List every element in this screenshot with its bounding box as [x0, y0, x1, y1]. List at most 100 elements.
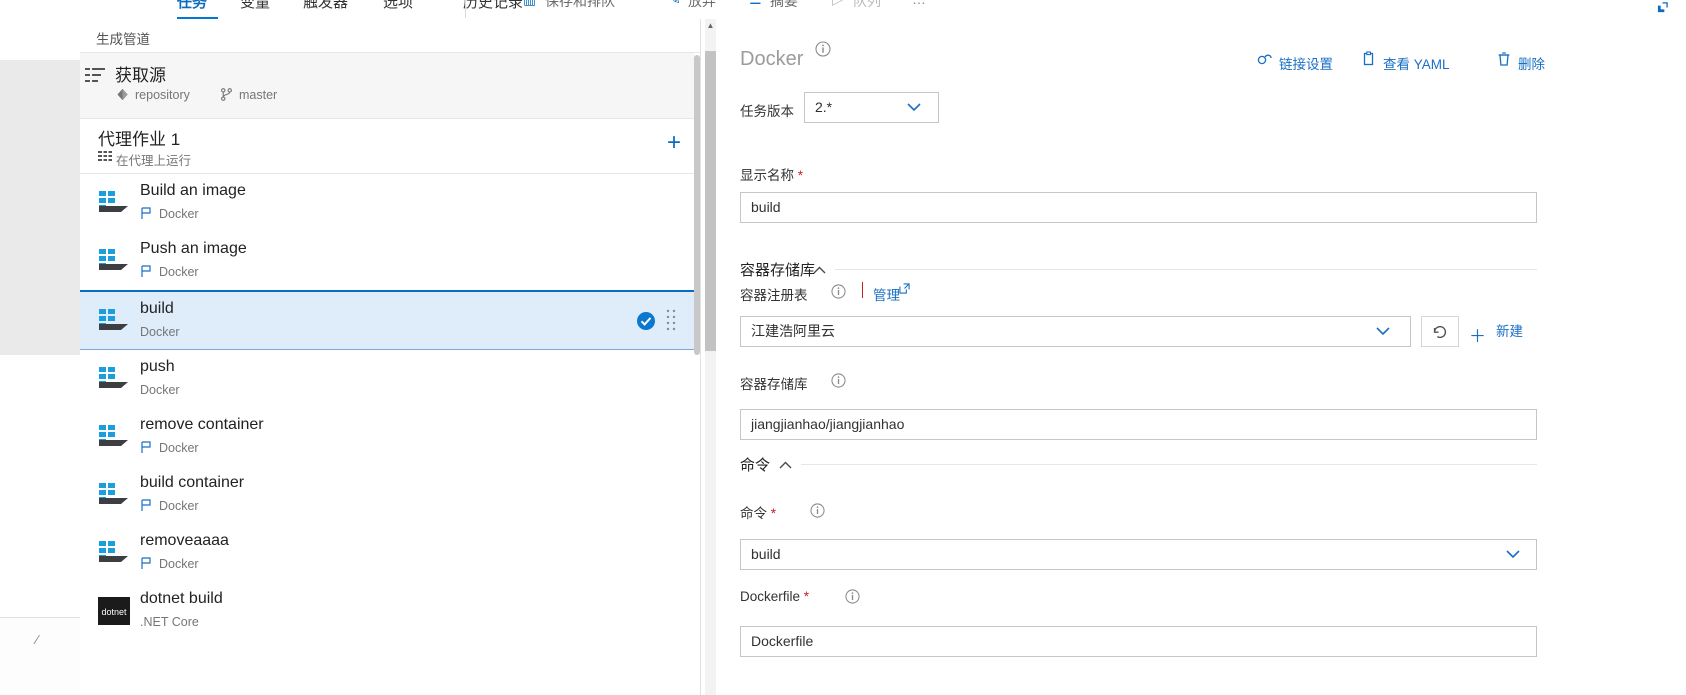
container-repository-label: 容器存储库: [740, 377, 808, 392]
container-registry-select[interactable]: 江建浩阿里云: [740, 316, 1411, 347]
command-select[interactable]: build: [740, 539, 1537, 570]
section-command-title: 命令: [740, 457, 771, 474]
docker-icon: [99, 483, 128, 504]
manage-registry-link[interactable]: 管理: [873, 284, 900, 304]
details-scrollbar-thumb[interactable]: [705, 51, 716, 351]
docker-icon: [99, 425, 128, 446]
task-list-item[interactable]: Push an image Docker: [80, 232, 700, 290]
new-registry-button[interactable]: 新建: [1496, 316, 1523, 347]
view-yaml-button[interactable]: 查看 YAML: [1383, 53, 1450, 73]
required-marker: *: [800, 589, 810, 604]
dockerfile-value: Dockerfile: [751, 633, 814, 649]
task-list: Build an image Docker Push an image Docker: [80, 174, 700, 640]
tab-variables[interactable]: 变量: [240, 0, 270, 12]
link-icon: [1257, 54, 1272, 65]
chevron-up-icon[interactable]: [779, 461, 792, 469]
breadcrumb[interactable]: 生成管道: [96, 28, 150, 48]
tab-options[interactable]: 选项: [383, 0, 413, 12]
save-and-queue-button[interactable]: 保存和排队: [545, 0, 615, 11]
docker-icon: [99, 541, 128, 562]
dotnet-icon: dotnet: [98, 597, 130, 625]
display-name-label: 显示名称 *: [740, 168, 804, 183]
flag-icon: [141, 207, 151, 219]
task-type: Docker: [159, 441, 199, 455]
discard-icon: ✎: [669, 0, 681, 8]
tab-triggers[interactable]: 触发器: [303, 0, 348, 12]
required-marker: *: [794, 168, 804, 183]
trash-icon: [1498, 52, 1510, 66]
dockerfile-label: Dockerfile *: [740, 589, 810, 604]
link-settings-button[interactable]: 链接设置: [1279, 53, 1333, 73]
task-list-item[interactable]: push Docker: [80, 350, 700, 408]
delete-task-button[interactable]: 删除: [1518, 53, 1545, 73]
external-link-icon[interactable]: [899, 283, 910, 294]
info-icon[interactable]: [831, 284, 846, 299]
tab-history[interactable]: 历史记录: [463, 0, 523, 12]
container-registry-label: 容器注册表: [740, 288, 808, 303]
info-icon[interactable]: [845, 589, 860, 604]
flag-icon: [141, 499, 151, 511]
discard-button[interactable]: 放弃: [688, 0, 716, 11]
task-type: Docker: [159, 265, 199, 279]
left-gutter-highlight: [0, 60, 80, 355]
chevron-down-icon[interactable]: [1506, 550, 1520, 559]
queue-icon: ▷: [832, 0, 843, 8]
docker-icon: [99, 249, 128, 270]
tab-tasks[interactable]: 任务: [177, 0, 207, 12]
section-container-repository-title: 容器存储库: [740, 262, 816, 279]
branch-label: master: [239, 88, 278, 102]
task-enabled-check-icon[interactable]: [636, 311, 656, 331]
left-gutter-top: [0, 0, 80, 60]
task-name: build container: [140, 474, 245, 491]
drag-handle-icon[interactable]: [666, 308, 676, 334]
task-name: remove container: [140, 416, 264, 433]
more-actions-button[interactable]: …: [912, 0, 926, 7]
left-gutter-footer: [0, 617, 80, 695]
repository-label: repository: [135, 88, 190, 102]
info-icon[interactable]: [831, 373, 846, 388]
task-details-pane: ▲ Docker 链接设置 查看 YAML 删除 任务版本 2.* 显示名称 *…: [701, 19, 1686, 695]
add-task-button[interactable]: +: [624, 129, 700, 159]
chevron-down-icon[interactable]: [1376, 327, 1390, 336]
docker-icon: [99, 309, 128, 330]
task-list-item[interactable]: Build an image Docker: [80, 174, 700, 232]
queue-button[interactable]: 队列: [853, 0, 881, 11]
left-pane-scrollbar-thumb[interactable]: [694, 55, 700, 355]
agent-job-title: 代理作业 1: [98, 130, 181, 149]
left-gutter-bottom: [0, 355, 80, 617]
task-list-item[interactable]: remove container Docker: [80, 408, 700, 466]
agent-job-node[interactable]: 代理作业 1 在代理上运行 +: [80, 119, 700, 174]
agent-job-subtitle: 在代理上运行: [116, 154, 192, 168]
details-task-title: Docker: [740, 48, 804, 70]
task-list-item[interactable]: removeaaaa Docker: [80, 524, 700, 582]
task-type: Docker: [159, 557, 199, 571]
expand-icon[interactable]: [1657, 2, 1668, 13]
task-version-label: 任务版本: [740, 104, 794, 119]
task-list-item[interactable]: dotnet dotnet build .NET Core: [80, 582, 700, 640]
toolbar-separator: [465, 0, 466, 18]
summary-icon: ☰: [749, 0, 762, 8]
task-type: Docker: [159, 207, 199, 221]
dockerfile-input[interactable]: Dockerfile: [740, 626, 1537, 657]
scroll-up-arrow-icon[interactable]: ▲: [705, 19, 716, 32]
plus-icon: ＋: [1469, 327, 1486, 346]
summary-button[interactable]: 摘要: [770, 0, 798, 11]
get-sources-icon: [85, 68, 105, 82]
command-label: 命令 *: [740, 506, 777, 521]
task-name: Build an image: [140, 182, 246, 199]
refresh-registry-button[interactable]: [1421, 316, 1459, 347]
task-type: Docker: [140, 383, 180, 397]
chevron-down-icon[interactable]: [907, 103, 921, 112]
container-repository-value: jiangjianhao/jiangjianhao: [751, 416, 905, 432]
task-type: Docker: [159, 499, 199, 513]
display-name-input[interactable]: build: [740, 192, 1537, 223]
display-name-value: build: [751, 199, 781, 215]
docker-icon: [99, 367, 128, 388]
info-icon[interactable]: [810, 503, 825, 518]
task-list-item[interactable]: build container Docker: [80, 466, 700, 524]
get-sources-node[interactable]: 获取源 repository master: [80, 53, 700, 119]
info-icon[interactable]: [815, 41, 831, 57]
chevron-up-icon[interactable]: [813, 266, 826, 274]
container-repository-input[interactable]: jiangjianhao/jiangjianhao: [740, 409, 1537, 440]
task-list-item[interactable]: build Docker: [80, 290, 700, 350]
